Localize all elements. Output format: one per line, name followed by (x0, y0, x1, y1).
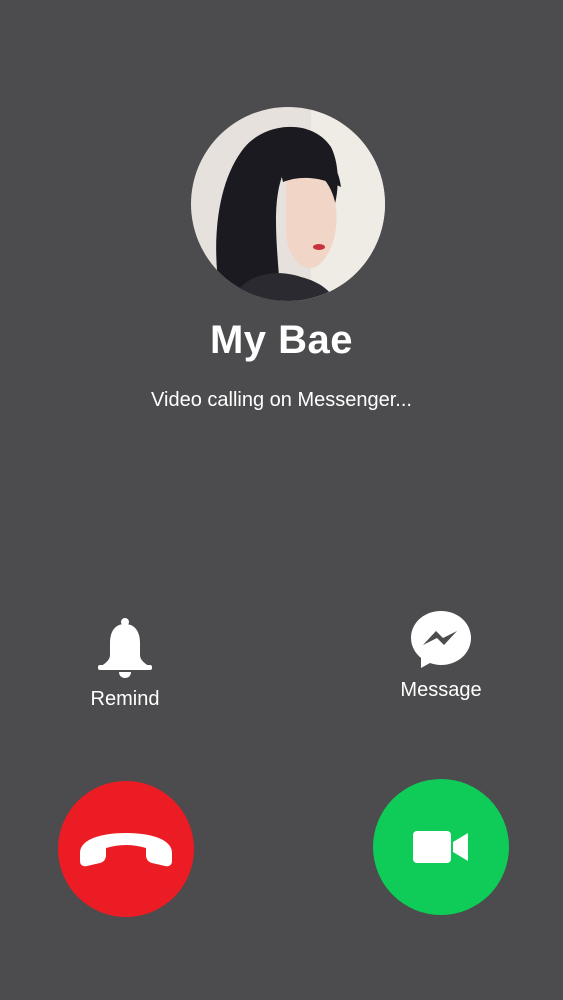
caller-avatar-image (191, 107, 385, 301)
caller-name: My Bae (209, 318, 354, 362)
messenger-icon (411, 611, 471, 668)
remind-label: Remind (90, 688, 160, 710)
bell-icon (98, 618, 152, 678)
message-button[interactable]: Message (381, 609, 501, 702)
message-label: Message (400, 679, 482, 701)
phone-hangup-icon (80, 833, 172, 867)
remind-button[interactable]: Remind (65, 617, 185, 711)
call-status: Video calling on Messenger... (151, 389, 412, 411)
caller-avatar (191, 107, 385, 301)
accept-video-call-button[interactable] (373, 779, 509, 915)
decline-call-button[interactable] (58, 781, 194, 917)
video-camera-icon (413, 831, 468, 863)
